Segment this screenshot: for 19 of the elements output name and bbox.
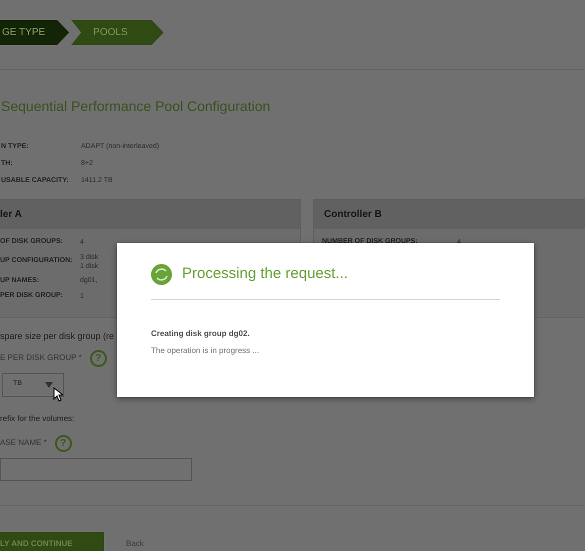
panel-title: ler A [0,208,22,222]
wizard-step[interactable]: POOLS [71,20,164,45]
caret-icon [45,382,53,388]
field-label: E PER DISK GROUP * [0,352,82,364]
base-name-field[interactable] [0,458,192,480]
dialog-status: The operation is in progress ... [151,344,260,356]
dialog-title: Processing the request... [182,264,348,284]
prefix-prompt: refix for the volumes: [0,412,76,424]
refresh-icon [151,264,172,285]
help-icon[interactable]: ? [90,350,107,366]
cursor-icon [53,386,63,402]
panel-title: Controller B [324,208,382,222]
dialog-message: Creating disk group dg02. [151,328,251,340]
field-label: ASE NAME * [0,437,47,449]
spare-prompt: spare size per disk group (re [0,330,114,343]
wizard-step[interactable]: GE TYPE [0,20,70,45]
apply-continue-button[interactable]: LY AND CONTINUE [0,532,104,551]
help-icon[interactable]: ? [54,434,72,452]
page-title: Sequential Performance Pool Configuration [1,97,272,116]
